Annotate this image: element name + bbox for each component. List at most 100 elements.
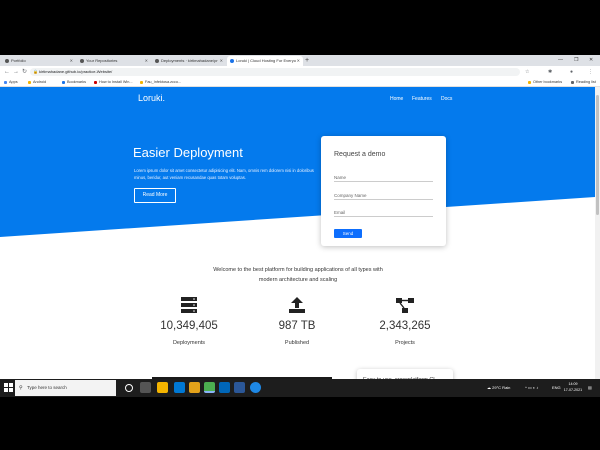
tab-title: Your Repositories xyxy=(86,58,118,63)
stat-projects: 2,343,265 Projects xyxy=(360,297,450,346)
stat-value: 2,343,265 xyxy=(379,320,431,332)
forward-icon[interactable]: → xyxy=(13,66,19,78)
upload-icon xyxy=(289,297,305,313)
chrome-icon[interactable] xyxy=(204,382,215,393)
browser-toolbar: ← → ↻ 🔒 kirtimahadane.github.io/practice… xyxy=(0,66,600,78)
stat-value: 10,349,405 xyxy=(160,320,218,332)
reading-list[interactable]: Reading list xyxy=(571,78,596,87)
stat-value: 987 TB xyxy=(278,320,316,332)
close-icon[interactable]: ✕ xyxy=(297,56,300,66)
send-button[interactable]: Send xyxy=(334,229,362,238)
extensions-icon[interactable]: ✱ xyxy=(548,66,552,78)
screen: Portfolio ✕ Your Repositories ✕ Deployme… xyxy=(0,55,600,397)
close-icon[interactable]: ✕ xyxy=(70,56,73,66)
hero-title: Easier Deployment xyxy=(133,145,243,160)
tab-title: Deployments · kirtimahadane/pr xyxy=(161,58,218,63)
weather-widget[interactable]: ☁ 29°C Rain xyxy=(487,379,510,397)
search-icon: ⚲ xyxy=(19,385,23,391)
app-icon[interactable] xyxy=(234,382,245,393)
read-more-button[interactable]: Read More xyxy=(134,188,176,203)
url-text: kirtimahadane.github.io/practice-Website… xyxy=(39,69,113,74)
windows-taskbar: ⚲ Type here to search ☁ 29°C Rain ^ ▭ ◐ … xyxy=(0,379,600,397)
notification-icon[interactable]: ▤ xyxy=(588,379,592,397)
search-placeholder: Type here to search xyxy=(27,385,67,390)
tray-icons[interactable]: ^ ▭ ◐ ♪ xyxy=(525,379,538,397)
project-diagram-icon xyxy=(396,298,414,313)
edge-icon[interactable] xyxy=(250,382,261,393)
demo-request-card: Request a demo Name Company Name Email S… xyxy=(321,136,446,246)
tab-deployments[interactable]: Deployments · kirtimahadane/pr ✕ xyxy=(152,56,226,66)
tab-repositories[interactable]: Your Repositories ✕ xyxy=(77,56,151,66)
windows-start-icon[interactable] xyxy=(4,383,13,392)
bookmark-android[interactable]: Android xyxy=(28,78,46,87)
taskbar-search-input[interactable]: ⚲ Type here to search xyxy=(15,380,116,396)
folder-icon[interactable] xyxy=(189,382,200,393)
reload-icon[interactable]: ↻ xyxy=(22,66,27,78)
maximize-icon[interactable]: ❐ xyxy=(574,55,578,66)
close-icon[interactable]: ✕ xyxy=(220,56,223,66)
store-icon[interactable] xyxy=(174,382,185,393)
close-icon[interactable]: ✕ xyxy=(145,56,148,66)
page-scrollbar[interactable] xyxy=(595,87,600,397)
browser-tab-strip: Portfolio ✕ Your Repositories ✕ Deployme… xyxy=(0,55,600,66)
bookmark-label: Reading list xyxy=(576,80,596,84)
bookmark-install-win[interactable]: How to Install Win... xyxy=(94,78,133,87)
vscode-icon[interactable] xyxy=(219,382,230,393)
bookmark-label: Apps xyxy=(9,80,18,84)
system-clock[interactable]: 14:09 17-07-2021 xyxy=(562,381,584,393)
site-logo[interactable]: Loruki. xyxy=(138,93,165,103)
lock-icon: 🔒 xyxy=(33,69,38,74)
hero-description: Lorem ipsum dolor sit amet consectetur a… xyxy=(134,168,314,180)
bookmark-label: Android xyxy=(33,80,47,84)
menu-icon[interactable]: ⋮ xyxy=(588,66,593,78)
star-icon[interactable]: ☆ xyxy=(525,66,529,78)
close-window-icon[interactable]: ✕ xyxy=(589,55,593,66)
web-page: Loruki. Home Features Docs Easier Deploy… xyxy=(0,87,595,397)
tab-title: Portfolio xyxy=(11,58,26,63)
folder-icon xyxy=(140,81,143,84)
reading-list-icon xyxy=(571,81,574,84)
nav-features[interactable]: Features xyxy=(412,96,432,102)
other-bookmarks[interactable]: Other bookmarks xyxy=(528,78,562,87)
server-icon xyxy=(181,297,197,313)
cortana-icon[interactable] xyxy=(125,384,133,392)
tab-title: Loruki | Cloud Hosting For Everyo xyxy=(236,58,296,63)
language-indicator[interactable]: ENG xyxy=(552,379,561,397)
clock-date: 17-07-2021 xyxy=(563,388,583,392)
apps-icon xyxy=(4,81,7,84)
bookmark-icon xyxy=(62,81,65,84)
globe-icon xyxy=(230,59,234,63)
hero-shape xyxy=(0,87,595,237)
stat-published: 987 TB Published xyxy=(252,297,342,346)
bookmark-label: Bookmarks xyxy=(67,80,86,84)
email-field[interactable]: Email xyxy=(334,208,433,217)
stat-label: Projects xyxy=(395,340,415,346)
stat-label: Deployments xyxy=(172,340,206,346)
bookmark-label: Fau_Infektosa.zcco... xyxy=(145,80,182,84)
bookmark-fau[interactable]: Fau_Infektosa.zcco... xyxy=(140,78,181,87)
stat-label: Published xyxy=(284,340,310,346)
address-bar[interactable]: 🔒 kirtimahadane.github.io/practice-Websi… xyxy=(30,68,520,76)
file-explorer-icon[interactable] xyxy=(157,382,168,393)
bookmark-apps[interactable]: Apps xyxy=(4,78,18,87)
nav-home[interactable]: Home xyxy=(390,96,403,102)
minimize-icon[interactable]: — xyxy=(558,55,563,66)
company-name-field[interactable]: Company Name xyxy=(334,191,433,200)
welcome-text: Welcome to the best platform for buildin… xyxy=(213,267,383,283)
back-icon[interactable]: ← xyxy=(4,66,10,78)
bookmark-label: How to Install Win... xyxy=(99,80,133,84)
name-field[interactable]: Name xyxy=(334,173,433,182)
github-icon xyxy=(155,59,159,63)
tab-loruki[interactable]: Loruki | Cloud Hosting For Everyo ✕ xyxy=(227,56,303,66)
tab-portfolio[interactable]: Portfolio ✕ xyxy=(2,56,76,66)
scrollbar-thumb[interactable] xyxy=(596,95,599,215)
new-tab-button[interactable]: + xyxy=(305,56,309,66)
hero-background xyxy=(0,87,595,237)
task-view-icon[interactable] xyxy=(140,382,151,393)
profile-icon[interactable]: ● xyxy=(570,66,573,78)
weather-text: 29°C Rain xyxy=(492,385,511,390)
bookmark-label: Other bookmarks xyxy=(533,80,563,84)
nav-docs[interactable]: Docs xyxy=(441,96,452,102)
folder-icon xyxy=(528,81,531,84)
bookmark-bookmarks[interactable]: Bookmarks xyxy=(62,78,86,87)
